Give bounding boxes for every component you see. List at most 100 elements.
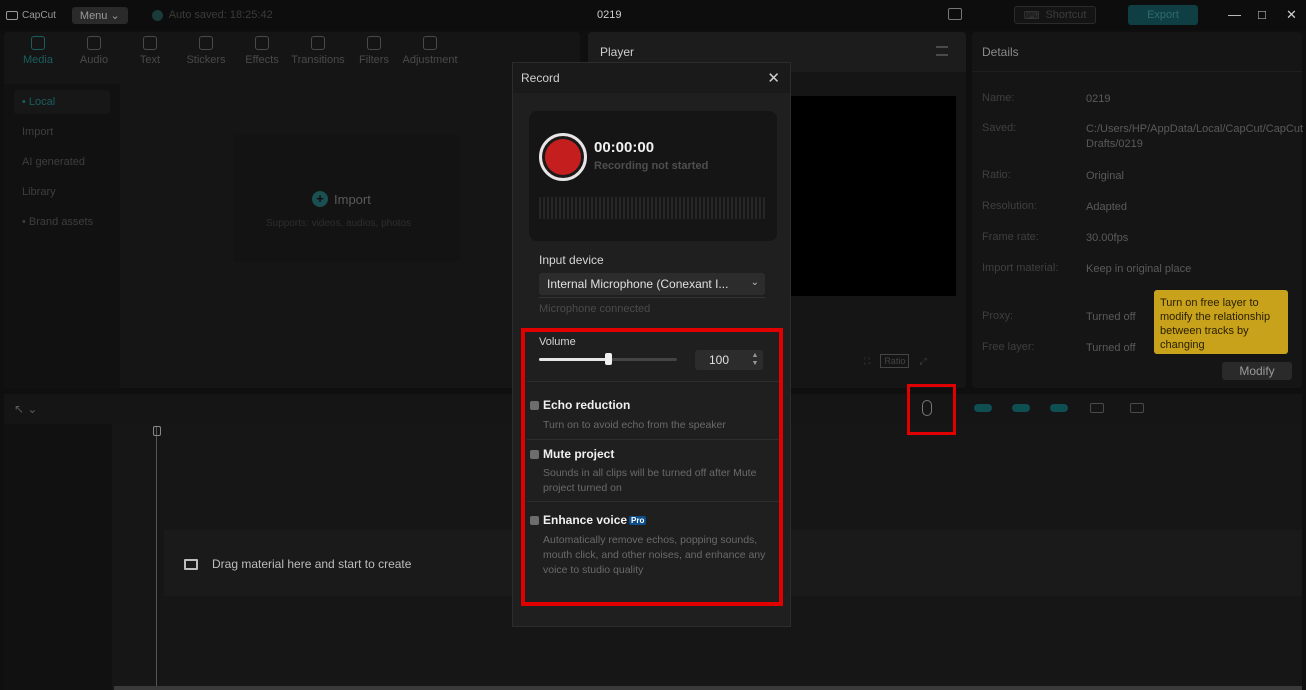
detail-label: Frame rate: [982, 231, 1039, 243]
fullscreen-icon[interactable]: ⤢ [919, 356, 926, 367]
transitions-icon [311, 36, 325, 50]
maximize-button[interactable]: □ [1258, 7, 1266, 22]
adjustment-icon [423, 36, 437, 50]
detail-value: Keep in original place [1086, 263, 1192, 275]
player-title: Player [600, 45, 635, 59]
title-bar: CapCut Menu ⌄ Auto saved: 18:25:42 [0, 0, 1306, 30]
tab-label: Text [139, 54, 161, 66]
plus-icon: + [312, 191, 328, 207]
import-button[interactable]: + Import [312, 191, 371, 207]
tab-effects[interactable]: Effects [234, 36, 290, 76]
tab-label: Media [23, 54, 53, 66]
auto-snapping-icon[interactable] [1012, 404, 1030, 412]
tab-adjustment[interactable]: Adjustment [402, 36, 458, 76]
sidebar-item-library[interactable]: Library [14, 180, 110, 204]
detail-value: 30.00fps [1086, 232, 1129, 244]
film-icon [184, 558, 198, 570]
autosave-status: Auto saved: 18:25:42 [151, 9, 273, 21]
modify-button[interactable]: Modify [1222, 362, 1292, 380]
detail-label: Resolution: [982, 200, 1038, 212]
sidebar-item-local[interactable]: • Local [14, 90, 110, 114]
close-icon[interactable]: ✕ [767, 69, 780, 87]
tab-media[interactable]: Media [10, 36, 66, 76]
drag-hint-text: Drag material here and start to create [212, 557, 412, 571]
tab-text[interactable]: Text [122, 36, 178, 76]
sidebar-item-import[interactable]: Import [14, 120, 110, 144]
export-button[interactable]: Export [1128, 5, 1198, 25]
input-device-select[interactable]: Internal Microphone (Conexant I... ⌄ [539, 273, 765, 295]
detail-label: Import material: [982, 262, 1059, 274]
close-window-button[interactable]: ✕ [1286, 7, 1297, 23]
detail-value: Original [1086, 170, 1124, 182]
timeline-scrollbar[interactable] [114, 686, 1302, 690]
player-controls: ⛶ Ratio ⤢ [864, 354, 927, 368]
select-cursor-icon[interactable]: ↖ ⌄ [14, 402, 37, 416]
tab-label: Adjustment [402, 54, 458, 66]
detail-value: Turned off [1086, 342, 1136, 354]
media-tabs: Media Audio Text Stickers Effects Transi… [4, 32, 580, 76]
tab-stickers[interactable]: Stickers [178, 36, 234, 76]
chevron-down-icon: ⌄ [110, 9, 120, 22]
app-logo: CapCut [6, 10, 56, 21]
media-sidebar: • Local Import AI generated Library • Br… [4, 84, 120, 388]
detail-value: C:/Users/HP/AppData/Local/CapCut/CapCut … [1086, 123, 1304, 150]
tab-label: Effects [245, 54, 279, 66]
tab-label: Transitions [291, 54, 345, 66]
playhead-handle[interactable] [153, 426, 161, 436]
sidebar-item-brand-assets[interactable]: • Brand assets [14, 210, 110, 234]
linkage-icon[interactable] [1050, 404, 1068, 412]
tab-label: Filters [359, 54, 389, 66]
effects-icon [255, 36, 269, 50]
free-layer-tooltip: Turn on free layer to modify the relatio… [1154, 290, 1288, 354]
drag-hint: Drag material here and start to create [184, 557, 411, 571]
detail-value: 0219 [1086, 93, 1111, 105]
text-icon [143, 36, 157, 50]
recording-timer: 00:00:00 [594, 139, 655, 156]
split-icon[interactable] [1090, 403, 1104, 413]
recording-card: 00:00:00 Recording not started [529, 111, 777, 241]
minimize-button[interactable]: — [1228, 7, 1241, 22]
project-title: 0219 [597, 9, 622, 21]
audio-waveform [539, 197, 765, 219]
tab-filters[interactable]: Filters [346, 36, 402, 76]
input-device-label: Input device [539, 253, 604, 267]
menu-label: Menu [79, 9, 108, 22]
capcut-window: CapCut Menu ⌄ Auto saved: 18:25:42 0219 … [0, 0, 1306, 690]
detail-value: Adapted [1086, 201, 1127, 213]
hamburger-menu-icon[interactable] [936, 46, 948, 56]
detail-label: Saved: [982, 122, 1017, 134]
recording-status: Recording not started [594, 160, 709, 172]
detail-label: Name: [982, 92, 1015, 104]
detail-label: Proxy: [982, 310, 1014, 322]
autosave-icon [151, 9, 163, 21]
player-preview [788, 96, 956, 296]
sidebar-item-ai-generated[interactable]: AI generated [14, 150, 110, 174]
keyboard-icon: ⌨ [1023, 9, 1040, 22]
tab-audio[interactable]: Audio [66, 36, 122, 76]
record-start-button[interactable] [539, 133, 587, 181]
preview-axis-icon[interactable] [1130, 403, 1144, 413]
detail-value: Turned off [1086, 311, 1136, 323]
tab-label: Audio [79, 54, 109, 66]
fit-screen-icon[interactable]: ⛶ [864, 356, 870, 367]
tab-transitions[interactable]: Transitions [290, 36, 346, 76]
filters-icon [367, 36, 381, 50]
record-dialog-header: Record [513, 63, 790, 93]
shortcut-label: Shortcut [1045, 9, 1087, 21]
record-dialog-title: Record [521, 71, 560, 85]
chevron-down-icon: ⌄ [750, 277, 759, 288]
menu-button[interactable]: Menu ⌄ [71, 6, 128, 24]
layout-icon[interactable] [948, 8, 962, 20]
autosave-text: Auto saved: 18:25:42 [168, 9, 273, 21]
details-header: Details [972, 32, 1302, 72]
input-device-value: Internal Microphone (Conexant I... [547, 277, 729, 291]
detail-label: Ratio: [982, 169, 1011, 181]
ratio-button[interactable]: Ratio [880, 354, 910, 368]
microphone-status: Microphone connected [539, 303, 651, 315]
media-icon [31, 36, 45, 50]
shortcut-button[interactable]: ⌨ Shortcut [1014, 6, 1096, 24]
detail-label: Free layer: [982, 341, 1035, 353]
playhead[interactable] [156, 426, 157, 686]
track-headers [4, 424, 112, 690]
main-track-magnet-icon[interactable] [974, 404, 992, 412]
